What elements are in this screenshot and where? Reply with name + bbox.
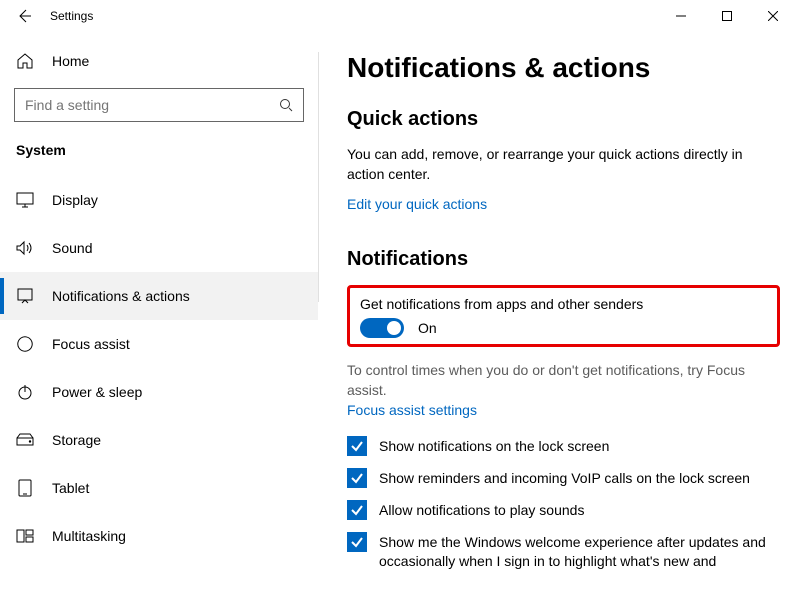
highlight-box: Get notifications from apps and other se…	[347, 285, 780, 347]
page-title: Notifications & actions	[347, 52, 780, 84]
toggle-state-label: On	[418, 320, 437, 336]
window-title: Settings	[50, 9, 93, 23]
focus-caption: To control times when you do or don't ge…	[347, 361, 780, 400]
edit-quick-actions-link[interactable]: Edit your quick actions	[347, 196, 487, 212]
home-icon	[16, 52, 34, 70]
home-nav[interactable]: Home	[0, 42, 318, 80]
check-list: Show notifications on the lock screen Sh…	[347, 436, 780, 571]
sidebar-item-power-sleep[interactable]: Power & sleep	[0, 368, 318, 416]
check-icon	[350, 471, 364, 485]
notifications-toggle[interactable]	[360, 318, 404, 338]
maximize-button[interactable]	[704, 0, 750, 32]
check-label: Show notifications on the lock screen	[379, 436, 609, 456]
focus-assist-icon	[16, 336, 34, 352]
notifications-icon	[16, 288, 34, 304]
sidebar-item-sound[interactable]: Sound	[0, 224, 318, 272]
check-label: Allow notifications to play sounds	[379, 500, 584, 520]
display-icon	[16, 192, 34, 208]
checkbox-lock-screen[interactable]	[347, 436, 367, 456]
category-label: System	[0, 136, 318, 176]
maximize-icon	[722, 11, 732, 21]
focus-assist-link[interactable]: Focus assist settings	[347, 402, 477, 418]
check-icon	[350, 503, 364, 517]
nav-label: Notifications & actions	[52, 288, 190, 304]
check-icon	[350, 535, 364, 549]
power-icon	[16, 384, 34, 400]
search-box[interactable]	[14, 88, 304, 122]
sidebar: Home System Display	[0, 32, 318, 605]
check-row: Show me the Windows welcome experience a…	[347, 532, 780, 571]
arrow-left-icon	[16, 8, 32, 24]
nav-label: Display	[52, 192, 98, 208]
home-label: Home	[52, 53, 89, 69]
sidebar-item-display[interactable]: Display	[0, 176, 318, 224]
sidebar-item-storage[interactable]: Storage	[0, 416, 318, 464]
check-row: Allow notifications to play sounds	[347, 500, 780, 520]
multitasking-icon	[16, 529, 34, 543]
check-label: Show me the Windows welcome experience a…	[379, 532, 780, 571]
back-button[interactable]	[4, 0, 44, 32]
nav-label: Power & sleep	[52, 384, 142, 400]
main-panel: Notifications & actions Quick actions Yo…	[319, 32, 800, 605]
search-input[interactable]	[25, 97, 279, 113]
sidebar-item-focus-assist[interactable]: Focus assist	[0, 320, 318, 368]
nav-label: Multitasking	[52, 528, 126, 544]
sidebar-item-notifications[interactable]: Notifications & actions	[0, 272, 318, 320]
close-button[interactable]	[750, 0, 796, 32]
notifications-heading: Notifications	[347, 248, 780, 271]
nav-list: Display Sound Notifications & actions	[0, 176, 318, 560]
close-icon	[768, 11, 778, 21]
checkbox-welcome[interactable]	[347, 532, 367, 552]
check-icon	[350, 439, 364, 453]
get-notifications-label: Get notifications from apps and other se…	[360, 296, 767, 312]
sound-icon	[16, 240, 34, 256]
titlebar: Settings	[0, 0, 800, 32]
check-label: Show reminders and incoming VoIP calls o…	[379, 468, 750, 488]
sidebar-item-tablet[interactable]: Tablet	[0, 464, 318, 512]
check-row: Show reminders and incoming VoIP calls o…	[347, 468, 780, 488]
search-icon	[279, 98, 293, 112]
storage-icon	[16, 433, 34, 447]
check-row: Show notifications on the lock screen	[347, 436, 780, 456]
nav-label: Tablet	[52, 480, 89, 496]
quick-actions-desc: You can add, remove, or rearrange your q…	[347, 145, 780, 184]
tablet-icon	[16, 479, 34, 497]
nav-label: Storage	[52, 432, 101, 448]
checkbox-sounds[interactable]	[347, 500, 367, 520]
window-controls	[658, 0, 796, 32]
sidebar-item-multitasking[interactable]: Multitasking	[0, 512, 318, 560]
minimize-icon	[676, 11, 686, 21]
checkbox-voip[interactable]	[347, 468, 367, 488]
nav-label: Focus assist	[52, 336, 130, 352]
quick-actions-heading: Quick actions	[347, 108, 780, 131]
minimize-button[interactable]	[658, 0, 704, 32]
nav-label: Sound	[52, 240, 92, 256]
